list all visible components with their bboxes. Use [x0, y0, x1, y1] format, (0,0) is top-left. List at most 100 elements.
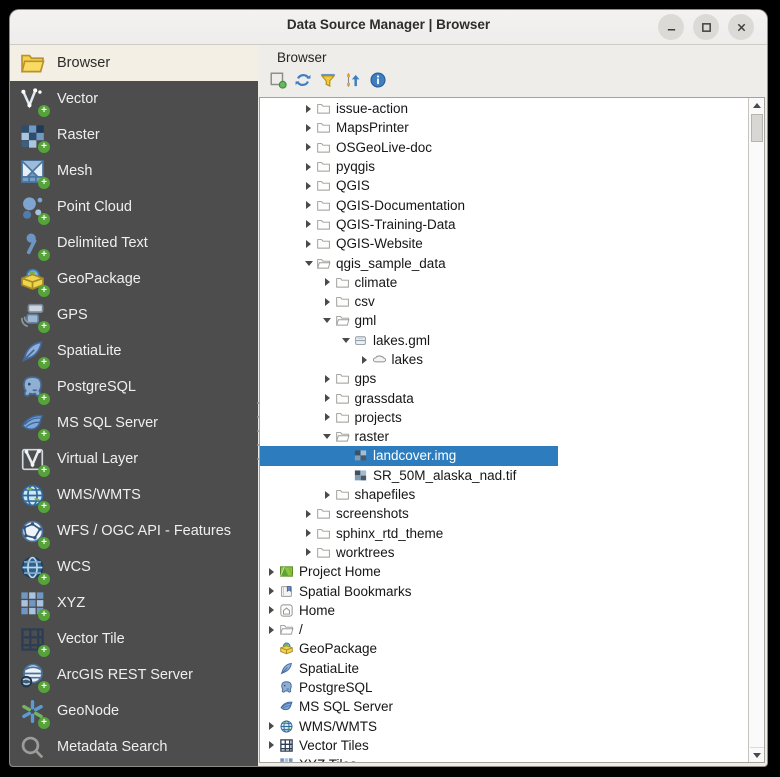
scroll-down-button[interactable]: [750, 747, 764, 762]
expand-arrow-icon[interactable]: [306, 163, 311, 171]
tree-item-home[interactable]: Home: [260, 601, 748, 620]
expand-arrow-icon[interactable]: [325, 375, 330, 383]
tree-item-spatialite[interactable]: SpatiaLite: [260, 659, 748, 678]
expand-arrow-icon[interactable]: [362, 356, 367, 364]
sidebar-item-vector-tile[interactable]: +Vector Tile: [10, 621, 258, 657]
sidebar-item-virtual-layer[interactable]: +Virtual Layer: [10, 441, 258, 477]
expander-slot[interactable]: [320, 375, 335, 383]
expand-arrow-icon[interactable]: [306, 510, 311, 518]
tree-item-lakes[interactable]: lakes: [260, 350, 748, 369]
expander-slot[interactable]: [301, 510, 316, 518]
expander-slot[interactable]: [301, 240, 316, 248]
properties-widget-button[interactable]: [367, 69, 389, 91]
expand-arrow-icon[interactable]: [306, 529, 311, 537]
expand-arrow-icon[interactable]: [325, 298, 330, 306]
tree-item-sr-50m-alaska-nad-tif[interactable]: SR_50M_alaska_nad.tif: [260, 466, 748, 485]
sidebar-item-wfs-ogc-api-features[interactable]: +WFS / OGC API - Features: [10, 513, 258, 549]
tree-item-lakes-gml[interactable]: lakes.gml: [260, 331, 748, 350]
expand-arrow-icon[interactable]: [306, 105, 311, 113]
tree-item-raster[interactable]: raster: [260, 427, 748, 446]
expander-slot[interactable]: [301, 220, 316, 228]
sidebar-item-xyz[interactable]: +XYZ: [10, 585, 258, 621]
expand-arrow-icon[interactable]: [269, 741, 274, 749]
expand-arrow-icon[interactable]: [306, 201, 311, 209]
tree-item-spatial-bookmarks[interactable]: Spatial Bookmarks: [260, 581, 748, 600]
tree-item-shapefiles[interactable]: shapefiles: [260, 485, 748, 504]
tree-item-csv[interactable]: csv: [260, 292, 748, 311]
expand-arrow-icon[interactable]: [306, 240, 311, 248]
collapse-arrow-icon[interactable]: [305, 261, 313, 266]
expand-arrow-icon[interactable]: [269, 722, 274, 730]
tree-item-climate[interactable]: climate: [260, 273, 748, 292]
expander-slot[interactable]: [320, 298, 335, 306]
expander-slot[interactable]: [338, 338, 353, 343]
expander-slot[interactable]: [264, 606, 279, 614]
tree-item-qgis-training-data[interactable]: QGIS-Training-Data: [260, 215, 748, 234]
add-selected-layers-button[interactable]: [267, 69, 289, 91]
expander-slot[interactable]: [320, 278, 335, 286]
scrollbar-thumb[interactable]: [751, 114, 763, 142]
expander-slot[interactable]: [301, 124, 316, 132]
expander-slot[interactable]: [264, 722, 279, 730]
tree-item-project-home[interactable]: Project Home: [260, 562, 748, 581]
expander-slot[interactable]: [301, 548, 316, 556]
tree-item-screenshots[interactable]: screenshots: [260, 504, 748, 523]
expand-arrow-icon[interactable]: [269, 587, 274, 595]
sidebar-item-ms-sql-server[interactable]: +MS SQL Server: [10, 405, 258, 441]
expander-slot[interactable]: [301, 182, 316, 190]
vertical-scrollbar[interactable]: [748, 98, 764, 762]
expander-slot[interactable]: [301, 105, 316, 113]
expander-slot[interactable]: [320, 491, 335, 499]
tree-item-gps[interactable]: gps: [260, 369, 748, 388]
tree-item-wms-wmts[interactable]: WMS/WMTS: [260, 717, 748, 736]
tree-item-postgresql[interactable]: PostgreSQL: [260, 678, 748, 697]
sidebar-item-metadata-search[interactable]: Metadata Search: [10, 729, 258, 765]
tree-item-qgis[interactable]: QGIS: [260, 176, 748, 195]
scroll-up-button[interactable]: [750, 98, 764, 112]
expand-arrow-icon[interactable]: [269, 606, 274, 614]
tree-item-qgis-website[interactable]: QGIS-Website: [260, 234, 748, 253]
tree-item-osgeolive-doc[interactable]: OSGeoLive-doc: [260, 138, 748, 157]
sidebar-item-spatialite[interactable]: +SpatiaLite: [10, 333, 258, 369]
sidebar-item-browser[interactable]: Browser: [10, 45, 258, 81]
expand-arrow-icon[interactable]: [306, 182, 311, 190]
expander-slot[interactable]: [301, 163, 316, 171]
tree-item-grassdata[interactable]: grassdata: [260, 388, 748, 407]
expander-slot[interactable]: [264, 741, 279, 749]
sidebar-item-gps[interactable]: +GPS: [10, 297, 258, 333]
expand-arrow-icon[interactable]: [306, 220, 311, 228]
expand-arrow-icon[interactable]: [269, 626, 274, 634]
expander-slot[interactable]: [264, 587, 279, 595]
titlebar[interactable]: Data Source Manager | Browser: [10, 10, 767, 45]
tree-item-vector-tiles[interactable]: Vector Tiles: [260, 736, 748, 755]
sidebar-item-mesh[interactable]: +Mesh: [10, 153, 258, 189]
tree-item-gml[interactable]: gml: [260, 311, 748, 330]
sidebar-item-postgresql[interactable]: +PostgreSQL: [10, 369, 258, 405]
expander-slot[interactable]: [320, 434, 335, 439]
sidebar-item-point-cloud[interactable]: +Point Cloud: [10, 189, 258, 225]
collapse-all-button[interactable]: [342, 69, 364, 91]
expand-arrow-icon[interactable]: [325, 491, 330, 499]
expand-arrow-icon[interactable]: [269, 568, 274, 576]
tree-item-qgis-sample-data[interactable]: qgis_sample_data: [260, 253, 748, 272]
refresh-button[interactable]: [292, 69, 314, 91]
expander-slot[interactable]: [264, 626, 279, 634]
maximize-button[interactable]: [693, 14, 719, 40]
expander-slot[interactable]: [301, 143, 316, 151]
tree-item-issue-action[interactable]: issue-action: [260, 99, 748, 118]
expander-slot[interactable]: [320, 413, 335, 421]
minimize-button[interactable]: [658, 14, 684, 40]
tree-item-pyqgis[interactable]: pyqgis: [260, 157, 748, 176]
expand-arrow-icon[interactable]: [325, 413, 330, 421]
collapse-arrow-icon[interactable]: [323, 318, 331, 323]
expander-slot[interactable]: [320, 394, 335, 402]
sidebar-item-raster[interactable]: +Raster: [10, 117, 258, 153]
filter-browser-button[interactable]: [317, 69, 339, 91]
sidebar-item-geonode[interactable]: +GeoNode: [10, 693, 258, 729]
expander-slot[interactable]: [357, 356, 372, 364]
tree-item-sphinx-rtd-theme[interactable]: sphinx_rtd_theme: [260, 524, 748, 543]
collapse-arrow-icon[interactable]: [342, 338, 350, 343]
tree-item-qgis-documentation[interactable]: QGIS-Documentation: [260, 195, 748, 214]
tree-item-root[interactable]: /: [260, 620, 748, 639]
tree-item-landcover-img[interactable]: landcover.img: [260, 446, 748, 465]
